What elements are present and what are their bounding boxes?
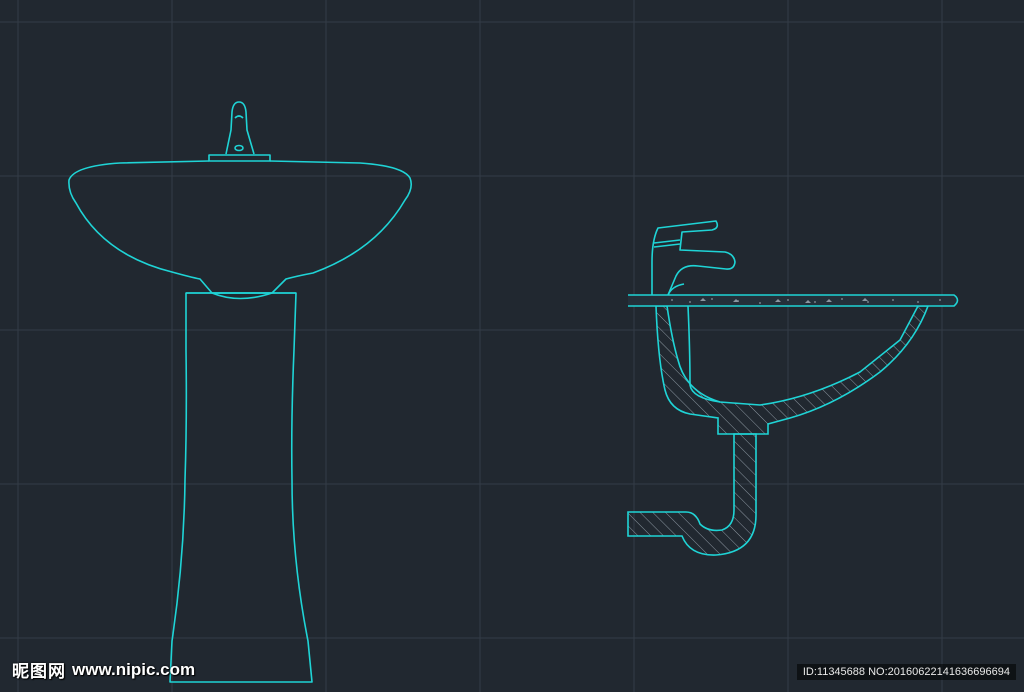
basin-front xyxy=(68,160,412,294)
faucet-front xyxy=(208,101,271,162)
countertop xyxy=(628,294,959,307)
wall-sink-section xyxy=(627,220,959,556)
image-id-label: ID:11345688 NO:20160622141636696694 xyxy=(796,664,1016,680)
faucet-side xyxy=(651,220,736,296)
grid xyxy=(0,0,1024,692)
nipic-watermark: 昵图网 www.nipic.com xyxy=(12,657,196,683)
basin-wall-cut xyxy=(655,305,930,435)
pedestal xyxy=(169,292,313,683)
cad-drawing-canvas xyxy=(0,0,1024,692)
pedestal-sink-front-elevation xyxy=(68,101,412,683)
brand-text: 昵图网 xyxy=(12,662,66,682)
site-url-text: www.nipic.com xyxy=(72,659,196,679)
drain-pipe-cut xyxy=(627,433,757,556)
